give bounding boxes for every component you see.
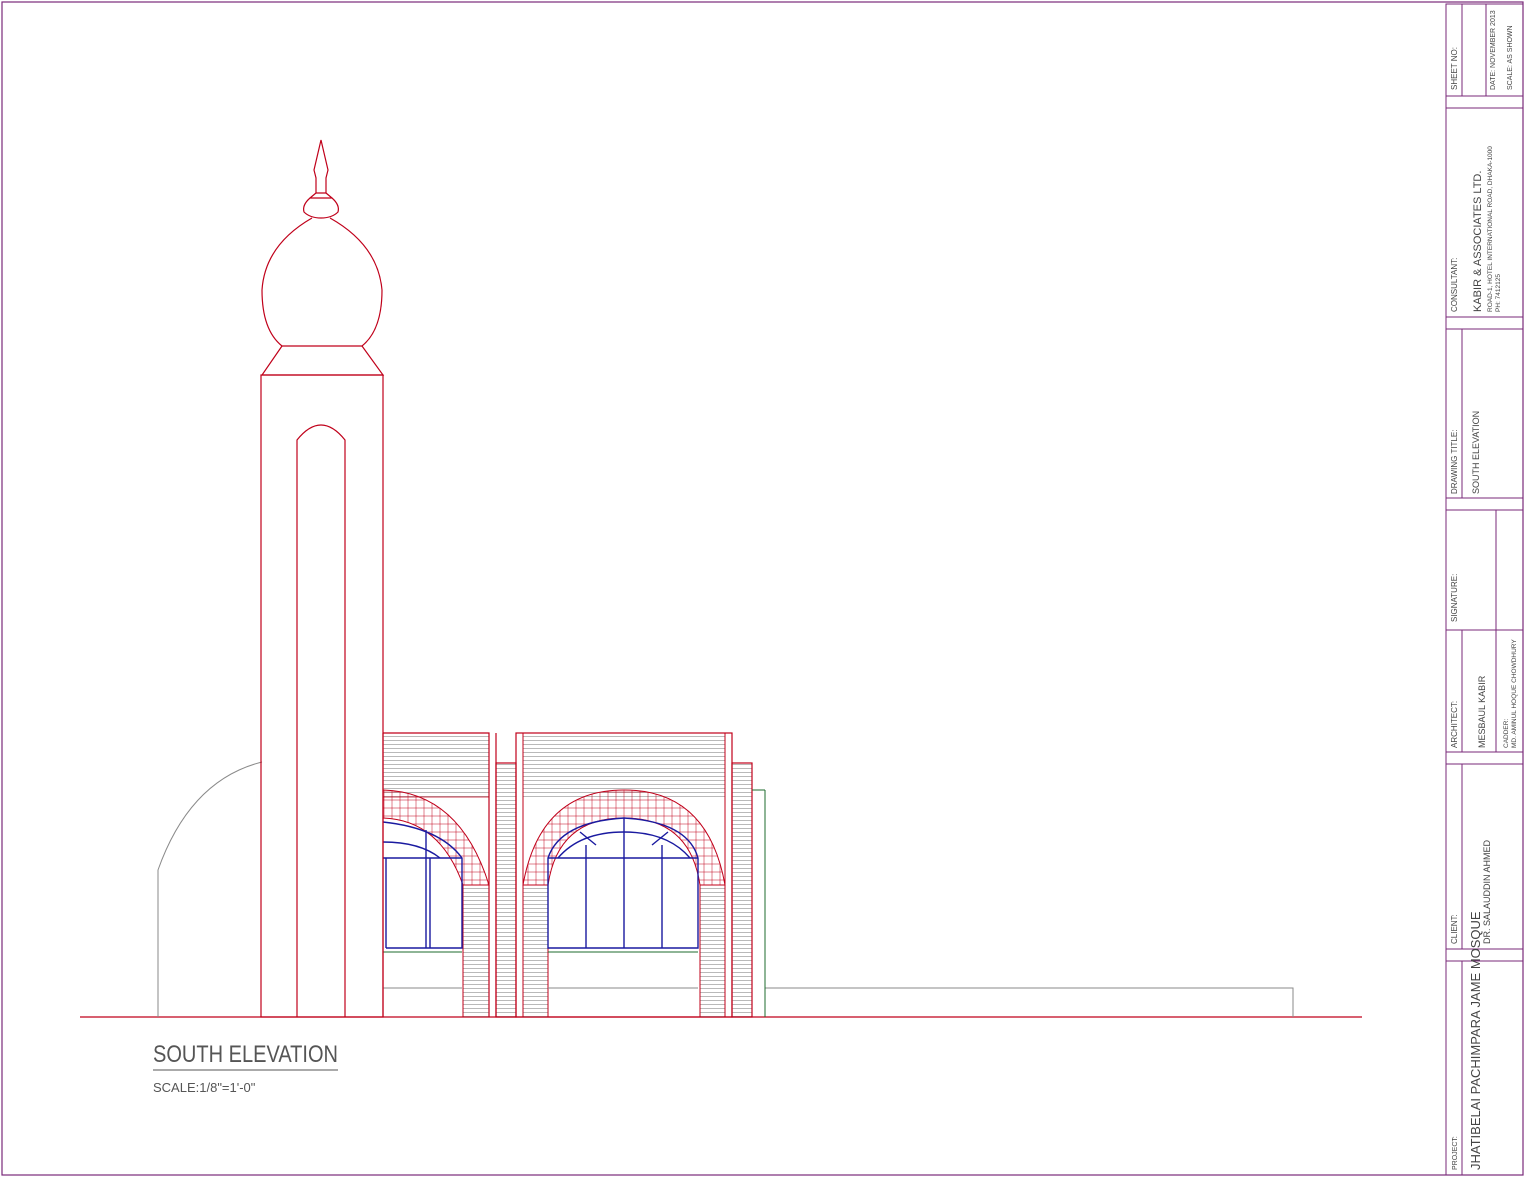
cadder-label: CADDER: xyxy=(1503,719,1510,748)
sheet-scale: SCALE: AS SHOWN xyxy=(1507,25,1514,90)
project-name: JHATIBELAI PACHIMPARA JAME MOSQUE xyxy=(1468,911,1483,1170)
architect-label: ARCHITECT: xyxy=(1450,701,1459,748)
consultant-phone: PH: 7412125 xyxy=(1495,274,1502,312)
background-dome-outline xyxy=(157,761,263,1017)
main-bay xyxy=(515,732,733,1018)
client-label: CLIENT: xyxy=(1450,914,1459,944)
left-bay-pier xyxy=(462,884,490,1018)
middle-recess xyxy=(495,733,517,1018)
minaret xyxy=(260,139,385,1018)
main-bay-window xyxy=(547,817,699,949)
left-bay xyxy=(382,732,490,1018)
minaret-shaft xyxy=(260,374,384,1018)
drawing-scale: SCALE:1/8"=1'-0" xyxy=(153,1080,256,1095)
sheet-border xyxy=(1,1,1524,1176)
drawing-title-value: SOUTH ELEVATION xyxy=(1471,411,1481,494)
sheet-no-label: SHEET NO: xyxy=(1450,47,1459,90)
south-elevation-drawing: SOUTH ELEVATION SCALE:1/8"=1'-0" xyxy=(80,139,1362,1095)
sheet-date: DATE: NOVEMBER 2013 xyxy=(1490,10,1497,90)
consultant-address: ROAD-1, HOTEL INTERNATIONAL ROAD, DHAKA-… xyxy=(1487,146,1494,312)
minaret-onion-dome xyxy=(261,217,383,347)
left-bay-brick-arch xyxy=(382,789,490,886)
minaret-transition xyxy=(260,345,385,376)
drawing-title: SOUTH ELEVATION xyxy=(153,1041,338,1068)
consultant-label: CONSULTANT: xyxy=(1450,258,1459,312)
main-bay-right-pier xyxy=(699,884,726,1018)
title-block-text: SHEET NO: DATE: NOVEMBER 2013 SCALE: AS … xyxy=(1450,10,1518,1170)
minaret-niche xyxy=(296,424,346,1017)
project-label: PROJECT: xyxy=(1452,1136,1459,1170)
minaret-collar xyxy=(303,197,339,219)
main-bay-left-pier xyxy=(522,884,549,1018)
elevation-sheet: SOUTH ELEVATION SCALE:1/8"=1'-0" SHEET N… xyxy=(1,1,1524,1176)
minaret-finial xyxy=(313,139,329,194)
client-name: DR. SALAUDDIN AHMED xyxy=(1482,839,1492,944)
right-end-wall xyxy=(731,762,766,1018)
signature-label: SIGNATURE: xyxy=(1450,574,1459,622)
architect-name: MESBAUL KABIR xyxy=(1477,675,1487,748)
drawing-title-label: DRAWING TITLE: xyxy=(1450,430,1459,494)
boundary-wall-outline xyxy=(765,987,1294,1017)
cadder-name: MD. AMINUL HOQUE CHOWDHURY xyxy=(1511,639,1518,748)
consultant-name: KABIR & ASSOCIATES LTD. xyxy=(1472,171,1484,312)
